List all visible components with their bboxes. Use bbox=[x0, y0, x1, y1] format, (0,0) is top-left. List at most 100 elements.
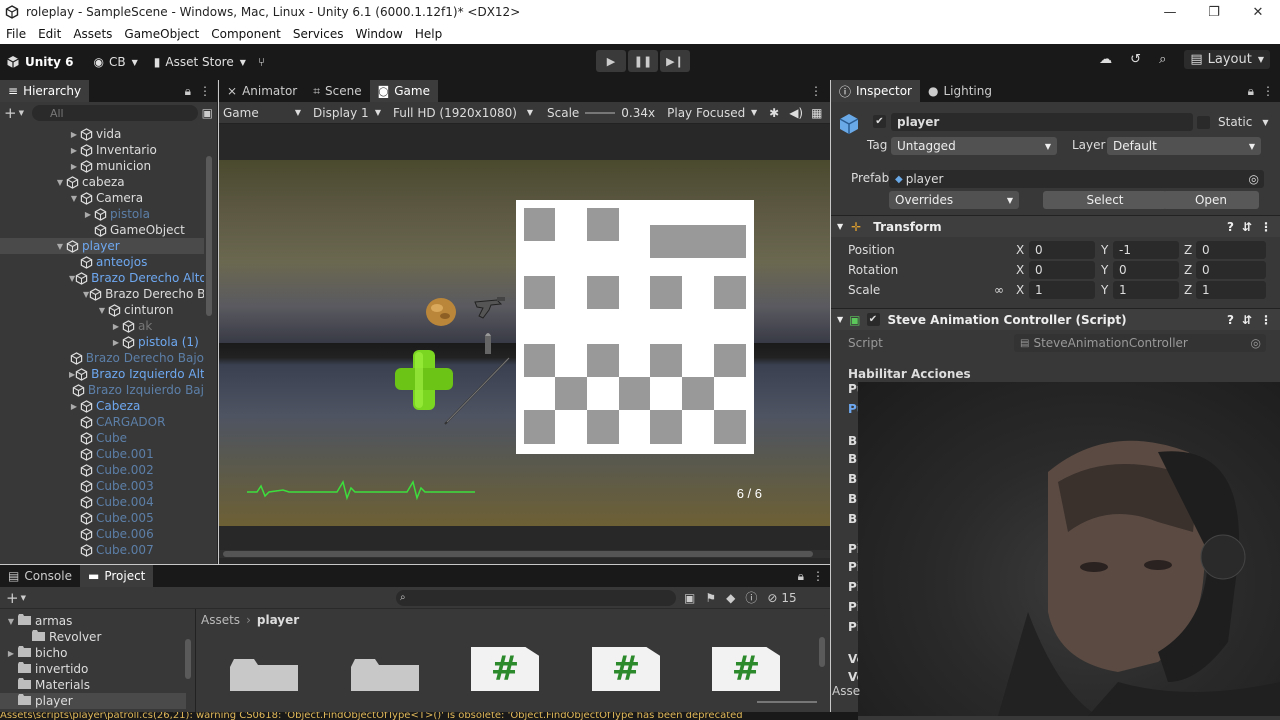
chevron-right-icon[interactable]: ▶ bbox=[69, 402, 79, 411]
hierarchy-row[interactable]: Cube.001 bbox=[0, 446, 204, 462]
presets-icon[interactable]: ⇵ bbox=[1242, 220, 1252, 234]
position-z-field[interactable]: 0 bbox=[1196, 241, 1266, 259]
project-tree-item[interactable]: Revolver bbox=[0, 629, 186, 645]
tag-dropdown[interactable]: Untagged ▼ bbox=[891, 137, 1057, 155]
chevron-right-icon[interactable]: ▶ bbox=[69, 146, 79, 155]
hierarchy-search-input[interactable]: All bbox=[31, 105, 198, 121]
display-dropdown[interactable]: Display 1 ▼ bbox=[309, 106, 385, 120]
project-tree-scrollbar[interactable] bbox=[185, 639, 191, 679]
add-icon[interactable]: + bbox=[4, 104, 17, 122]
tab-lighting[interactable]: ● Lighting bbox=[920, 80, 1000, 102]
cloud-icon[interactable]: ☁ bbox=[1099, 52, 1112, 67]
game-viewport[interactable]: 6 / 6 bbox=[219, 160, 830, 526]
tag-icon[interactable]: ◆ bbox=[726, 591, 735, 605]
position-y-field[interactable]: -1 bbox=[1113, 241, 1179, 259]
unity-account-menu[interactable]: Unity 6 bbox=[0, 50, 80, 74]
hierarchy-row[interactable]: Brazo Derecho Bajo bbox=[0, 350, 204, 366]
lock-icon[interactable]: 🔒︎ bbox=[798, 569, 804, 584]
prefab-field[interactable]: ◆ player ◎ bbox=[889, 170, 1264, 188]
project-tree-item[interactable]: invertido bbox=[0, 661, 186, 677]
stats-icon[interactable]: ▦ bbox=[811, 106, 822, 120]
scale-slider-track[interactable] bbox=[585, 111, 616, 114]
account-dropdown[interactable]: ◉ CB ▼ bbox=[88, 50, 144, 74]
hierarchy-row[interactable]: Cube.006 bbox=[0, 526, 204, 542]
more-icon[interactable]: ⋮ bbox=[1260, 220, 1272, 234]
chevron-down-icon[interactable]: ▼ bbox=[69, 194, 79, 203]
hierarchy-row[interactable]: CARGADOR bbox=[0, 414, 204, 430]
hierarchy-row[interactable]: ▶ pistola (1) bbox=[0, 334, 204, 350]
presets-icon[interactable]: ⇵ bbox=[1242, 313, 1252, 327]
chevron-down-icon[interactable]: ▼ bbox=[6, 617, 16, 626]
close-button[interactable]: ✕ bbox=[1236, 0, 1280, 24]
status-bar-message[interactable]: Assets\scripts\player\patroll.cs(26,21):… bbox=[0, 712, 858, 720]
minimize-button[interactable]: — bbox=[1148, 0, 1192, 24]
menu-assets[interactable]: Assets bbox=[73, 27, 112, 41]
chevron-down-icon[interactable]: ▼ bbox=[21, 594, 26, 602]
project-tree-item[interactable]: ▼ armas bbox=[0, 613, 186, 629]
tab-inspector[interactable]: ⓘ Inspector bbox=[831, 80, 920, 102]
hierarchy-row[interactable]: Cube.002 bbox=[0, 462, 204, 478]
history-icon[interactable]: ↺ bbox=[1130, 52, 1141, 67]
thumbnail-size-slider[interactable] bbox=[757, 701, 817, 703]
chevron-down-icon[interactable]: ▼ bbox=[97, 306, 107, 315]
help-icon[interactable]: ? bbox=[1227, 313, 1234, 327]
scale-slider[interactable]: Scale 0.34x bbox=[543, 106, 659, 120]
asset-scrollbar[interactable] bbox=[819, 637, 825, 667]
chevron-down-icon[interactable]: ▼ bbox=[1262, 118, 1268, 127]
more-icon[interactable]: ⋮ bbox=[812, 569, 824, 583]
game-mode-dropdown[interactable]: Game ▼ bbox=[219, 106, 305, 120]
asset-script-3[interactable]: # bbox=[712, 647, 780, 691]
chevron-right-icon[interactable]: ▶ bbox=[69, 130, 79, 139]
hierarchy-row[interactable]: ▶ ak bbox=[0, 318, 204, 334]
more-icon[interactable]: ⋮ bbox=[810, 84, 822, 98]
step-button[interactable]: ▶❙ bbox=[660, 50, 690, 72]
asset-folder-1[interactable] bbox=[230, 657, 298, 691]
hierarchy-row[interactable]: Cube.003 bbox=[0, 478, 204, 494]
object-name-input[interactable]: player bbox=[891, 113, 1193, 131]
audio-icon[interactable]: ◀) bbox=[789, 106, 803, 120]
chevron-down-icon[interactable]: ▼ bbox=[19, 109, 24, 117]
tab-hierarchy[interactable]: ≡ Hierarchy bbox=[0, 80, 90, 102]
menu-window[interactable]: Window bbox=[356, 27, 403, 41]
hierarchy-row[interactable]: Cube bbox=[0, 430, 204, 446]
scene-visibility-icon[interactable]: ▣ bbox=[202, 106, 213, 120]
scale-y-field[interactable]: 1 bbox=[1113, 281, 1179, 299]
rotation-x-field[interactable]: 0 bbox=[1029, 261, 1095, 279]
hierarchy-row[interactable]: ▼ player bbox=[0, 238, 204, 254]
hidden-packages-icon[interactable]: ⊘ bbox=[767, 591, 777, 605]
chevron-right-icon[interactable]: ▶ bbox=[83, 210, 93, 219]
layer-dropdown[interactable]: Default ▼ bbox=[1107, 137, 1261, 155]
restore-button[interactable]: ❐ bbox=[1192, 0, 1236, 24]
script-component-header[interactable]: ▼ ▣ ✔ Steve Animation Controller (Script… bbox=[831, 308, 1280, 330]
overrides-dropdown[interactable]: Overrides ▼ bbox=[889, 191, 1019, 209]
hierarchy-row[interactable]: ▶ vida bbox=[0, 126, 204, 142]
breadcrumb-player[interactable]: player bbox=[257, 613, 299, 627]
project-tree-item[interactable]: player bbox=[0, 693, 186, 709]
position-x-field[interactable]: 0 bbox=[1029, 241, 1095, 259]
hierarchy-row[interactable]: Brazo Izquierdo Baj bbox=[0, 382, 204, 398]
hierarchy-row[interactable]: ▼ Brazo Derecho Ba bbox=[0, 286, 204, 302]
play-button[interactable]: ▶ bbox=[596, 50, 626, 72]
menu-gameobject[interactable]: GameObject bbox=[124, 27, 199, 41]
version-control-button[interactable]: ⑂ bbox=[252, 50, 271, 74]
menu-edit[interactable]: Edit bbox=[38, 27, 61, 41]
search-icon[interactable]: ⌕ bbox=[1159, 52, 1166, 67]
more-icon[interactable]: ⋮ bbox=[1260, 313, 1272, 327]
tab-animator[interactable]: ⨯ Animator bbox=[219, 80, 305, 102]
hierarchy-row[interactable]: ▶ Brazo Izquierdo Alto bbox=[0, 366, 204, 382]
hierarchy-row[interactable]: Cube.005 bbox=[0, 510, 204, 526]
more-icon[interactable]: ⋮ bbox=[199, 84, 211, 98]
asset-folder-2[interactable] bbox=[351, 657, 419, 691]
pause-button[interactable]: ❚❚ bbox=[628, 50, 658, 72]
scale-x-field[interactable]: 1 bbox=[1029, 281, 1095, 299]
hierarchy-row[interactable]: ▼ cinturon bbox=[0, 302, 204, 318]
menu-file[interactable]: File bbox=[6, 27, 26, 41]
chevron-down-icon[interactable]: ▼ bbox=[55, 242, 65, 251]
project-tree-item[interactable]: ▶ bicho bbox=[0, 645, 186, 661]
tab-console[interactable]: ▤ Console bbox=[0, 565, 80, 587]
hierarchy-row[interactable]: ▶ pistola bbox=[0, 206, 204, 222]
static-checkbox[interactable] bbox=[1197, 115, 1210, 129]
open-button[interactable]: Open bbox=[1163, 191, 1259, 209]
asset-store-dropdown[interactable]: ▮ Asset Store ▼ bbox=[148, 50, 252, 74]
hierarchy-row[interactable]: ▶ municion bbox=[0, 158, 204, 174]
